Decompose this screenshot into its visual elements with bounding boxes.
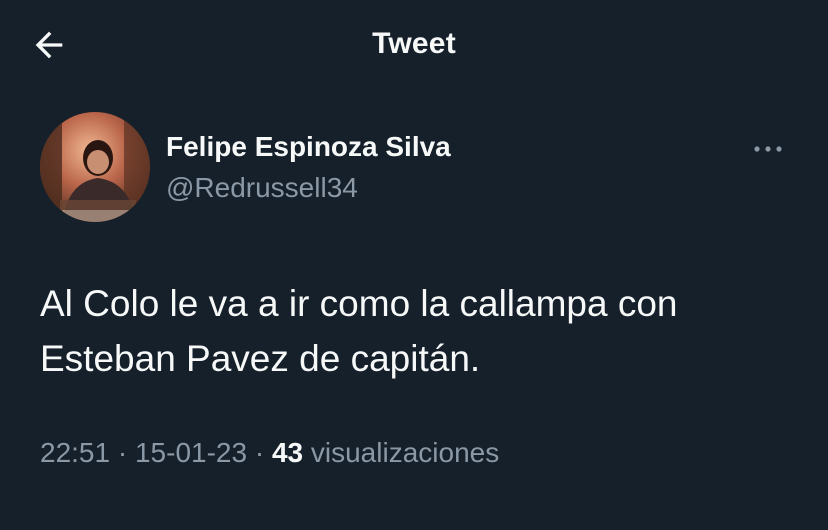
author-handle[interactable]: @Redrussell34 <box>166 172 358 204</box>
top-bar: Tweet <box>0 0 828 90</box>
avatar[interactable] <box>40 112 150 222</box>
more-horizontal-icon <box>754 146 782 152</box>
avatar-photo <box>40 112 150 222</box>
tweet-time[interactable]: 22:51 <box>40 437 110 468</box>
more-options-button[interactable] <box>748 134 788 164</box>
views-count: 43 <box>271 437 304 468</box>
tweet-date[interactable]: 15-01-23 <box>135 437 247 468</box>
tweet-text: Al Colo le va a ir como la callampa con … <box>40 283 678 379</box>
separator: · <box>117 437 128 468</box>
author-name[interactable]: Felipe Espinoza Silva <box>166 131 451 163</box>
tweet-detail-screen: Tweet Felipe Espinoza Silva @Redrussell3… <box>0 0 828 530</box>
views-label: visualizaciones <box>310 437 500 468</box>
tweet-meta: 22:51 · 15-01-23 · 43 visualizaciones <box>40 437 499 469</box>
separator: · <box>254 437 265 468</box>
page-title: Tweet <box>372 27 456 60</box>
